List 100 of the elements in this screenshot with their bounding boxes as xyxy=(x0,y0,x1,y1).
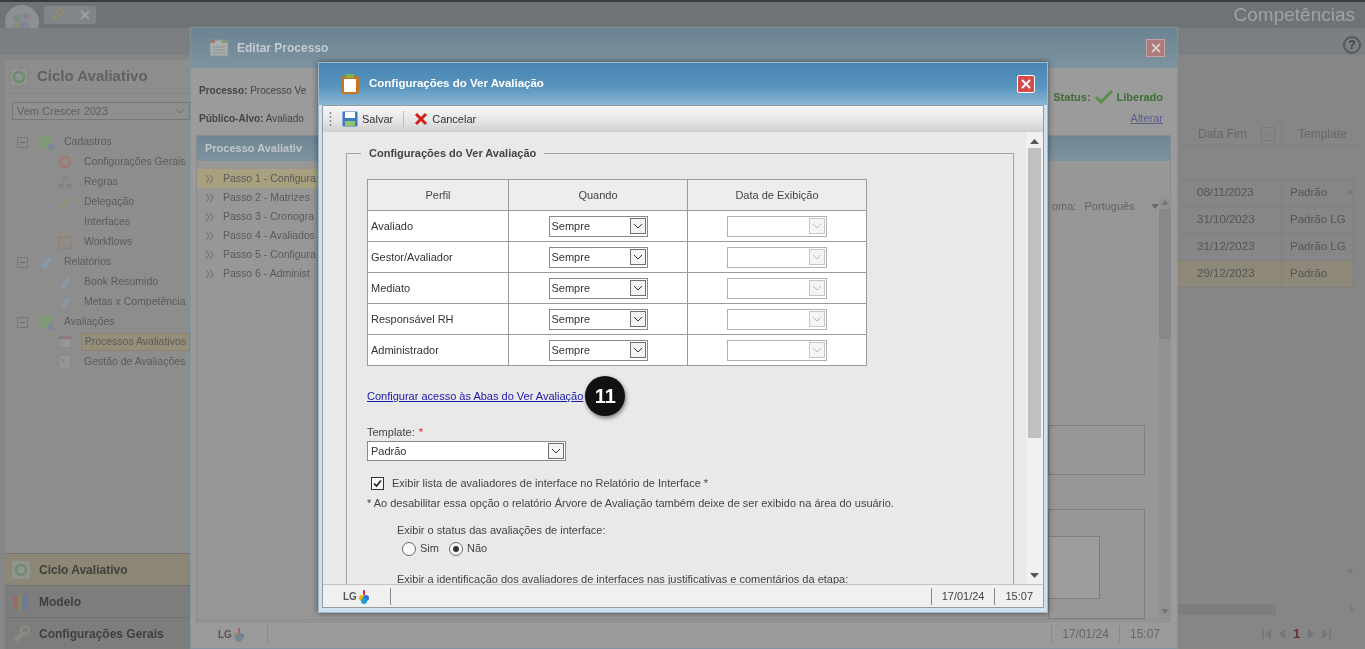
step-item[interactable]: Passo 6 - Administ xyxy=(197,264,319,283)
scroll-down-icon[interactable] xyxy=(1030,573,1039,579)
grip-icon xyxy=(329,111,332,128)
table-cell: Responsável RH xyxy=(367,303,509,335)
field-label: Processo: Processo Ve xyxy=(199,84,307,98)
status-label: Status: xyxy=(1053,90,1091,105)
clipboard-icon xyxy=(339,73,361,95)
section-title: Configurações do Ver Avaliação xyxy=(368,148,538,160)
table-cell: Gestor/Avaliador xyxy=(367,241,509,273)
field-label: Template: xyxy=(367,426,415,439)
when-dropdown[interactable]: Sempre xyxy=(548,277,648,299)
caret-icon xyxy=(812,254,822,261)
caret-icon xyxy=(632,285,643,292)
book-icon xyxy=(57,294,73,310)
collapse-icon[interactable] xyxy=(17,316,28,328)
logo-mark-icon xyxy=(232,627,245,642)
step-item[interactable]: Passo 2 - Matrizes xyxy=(197,188,319,207)
calendar-icon xyxy=(57,334,73,350)
tree-item[interactable]: Processos Avaliativos xyxy=(80,333,190,351)
save-button[interactable]: Salvar xyxy=(336,110,400,128)
scroll-up-icon[interactable] xyxy=(1030,139,1039,145)
caret-icon xyxy=(812,347,822,354)
when-dropdown[interactable]: Sempre xyxy=(548,308,648,330)
status-value: Liberado xyxy=(1116,90,1163,105)
step-item[interactable]: Passo 3 - Cronogra xyxy=(197,207,319,226)
window-title: Editar Processo xyxy=(237,40,329,57)
table-cell: Administrador xyxy=(367,334,509,366)
close-icon xyxy=(1021,79,1031,89)
column-header: Data de Exibição xyxy=(687,179,867,211)
gear-icon xyxy=(57,154,73,170)
caret-icon xyxy=(632,316,643,323)
check-icon xyxy=(373,478,382,488)
board-icon xyxy=(57,234,73,250)
book-icon xyxy=(57,274,73,290)
help-button[interactable]: ? xyxy=(1343,35,1361,54)
step-item[interactable]: Passo 1 - Configura xyxy=(197,169,319,188)
step-number-marker: 11 xyxy=(585,376,626,417)
note-icon xyxy=(57,214,73,230)
when-dropdown[interactable]: Sempre xyxy=(548,339,648,361)
double-chevron-icon xyxy=(205,174,215,183)
logo-mark-icon xyxy=(357,589,370,604)
window-icon xyxy=(209,38,229,58)
pencil-icon xyxy=(57,194,73,210)
time-text: 15:07 xyxy=(1005,588,1033,604)
module-tab[interactable]: Ciclo Avaliativo xyxy=(5,553,190,585)
radio-label: Não xyxy=(466,541,488,557)
double-chevron-icon xyxy=(205,269,215,278)
scrollbar-thumb[interactable] xyxy=(1178,604,1276,615)
caret-icon xyxy=(632,347,643,354)
step-item[interactable]: Passo 5 - Configura xyxy=(197,245,319,264)
required-mark: * xyxy=(418,426,423,439)
checkbox-label: Exibir lista de avaliadores de interface no Relatório de Interface * xyxy=(392,475,709,491)
question-text: Exibir a identificação dos avaliadores de interfaces nas justificativas e comentários da etapa: xyxy=(397,571,850,585)
configure-tabs-link[interactable]: Configurar acesso às Abas do Ver Avaliação xyxy=(367,388,584,405)
table-cell: Avaliado xyxy=(367,210,509,242)
checkbox[interactable] xyxy=(371,476,384,490)
caret-icon xyxy=(551,447,561,454)
column-header: Perfil xyxy=(367,179,509,211)
caret-icon xyxy=(1150,203,1159,209)
column-header: Quando xyxy=(508,179,688,211)
collapse-icon[interactable] xyxy=(17,256,28,268)
wrench-icon[interactable] xyxy=(50,8,64,22)
double-chevron-icon xyxy=(205,212,215,221)
collapse-icon[interactable] xyxy=(17,136,28,148)
double-chevron-icon xyxy=(205,193,215,202)
cancel-button[interactable]: Cancelar xyxy=(408,110,483,128)
sheet-icon xyxy=(38,134,54,150)
module-tab[interactable]: Configurações Gerais xyxy=(5,617,190,649)
x-mark-icon xyxy=(414,112,429,127)
module-tab[interactable]: Modelo xyxy=(5,585,190,617)
question-text: Exibir o status das avaliações de interface: xyxy=(397,522,607,538)
note-text: * Ao desabilitar essa opção o relatório Árvore de Avaliação também deixe de ser exibido na área do usuário. xyxy=(367,496,895,512)
close-icon[interactable] xyxy=(80,10,90,20)
date-text: 17/01/24 xyxy=(941,588,985,604)
change-link[interactable]: Alterar xyxy=(1130,109,1163,126)
caret-icon xyxy=(812,316,822,323)
double-chevron-icon xyxy=(205,250,215,259)
when-dropdown[interactable]: Sempre xyxy=(548,246,648,268)
caret-icon xyxy=(812,285,822,292)
logo-text: LG xyxy=(218,627,232,642)
close-icon xyxy=(1150,43,1161,53)
caret-icon xyxy=(632,254,643,261)
sheet-icon xyxy=(38,314,54,330)
when-dropdown[interactable]: Sempre xyxy=(548,215,648,237)
template-dropdown[interactable]: Padrão xyxy=(367,440,566,461)
logo-text: LG xyxy=(343,589,357,604)
table-cell: Padrão xyxy=(1282,261,1354,288)
close-button[interactable] xyxy=(1146,39,1165,57)
page-number[interactable]: 1 xyxy=(1293,624,1301,644)
dialog-title: Configurações do Ver Avaliação xyxy=(369,76,544,92)
radio-label: Sim xyxy=(420,541,439,557)
cycle-icon xyxy=(9,66,29,87)
radio-button[interactable] xyxy=(448,541,463,556)
grid-row[interactable]: 29/12/2023 Padrão xyxy=(1178,261,1354,288)
scrollbar-thumb[interactable] xyxy=(1028,148,1041,439)
book-icon xyxy=(38,254,54,270)
double-chevron-icon xyxy=(205,231,215,240)
caret-icon xyxy=(812,223,822,230)
table-cell: Mediato xyxy=(367,272,509,304)
radio-button[interactable] xyxy=(402,541,416,556)
